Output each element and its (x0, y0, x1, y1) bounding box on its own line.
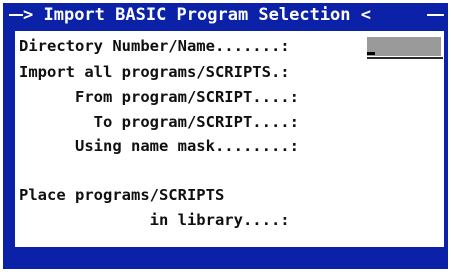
dialog-title: > Import BASIC Program Selection < (23, 5, 371, 25)
dialog-title-bar: > Import BASIC Program Selection < (3, 3, 448, 27)
selection-form: Directory Number/Name.......: Import all… (15, 31, 444, 247)
import-all-label: Import all programs/SCRIPTS.: (19, 63, 290, 81)
directory-label: Directory Number/Name.......: (19, 37, 290, 55)
name-mask-label: Using name mask........: (19, 137, 299, 155)
directory-input-underline (367, 57, 443, 59)
title-prefix: > (23, 5, 44, 25)
import-program-dialog: > Import BASIC Program Selection < Direc… (3, 3, 448, 269)
title-rule-right (427, 14, 444, 16)
title-suffix: < (350, 5, 372, 25)
from-program-label: From program/SCRIPT....: (19, 88, 299, 106)
text-cursor (367, 52, 375, 55)
to-program-label: To program/SCRIPT....: (19, 113, 299, 131)
place-programs-label: Place programs/SCRIPTS (19, 186, 225, 204)
title-rule-left (9, 14, 23, 16)
in-library-label: in library....: (19, 211, 290, 229)
title-label: Import BASIC Program Selection (43, 5, 351, 25)
directory-input[interactable] (367, 37, 441, 56)
